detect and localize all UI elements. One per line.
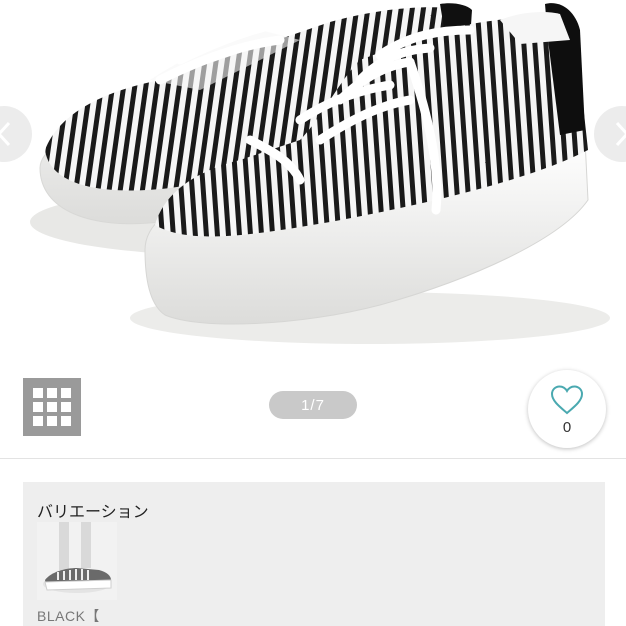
chevron-left-icon: [0, 121, 11, 147]
chevron-right-icon: [615, 121, 626, 147]
variation-label: BLACK【: [37, 608, 100, 624]
image-counter: 1/7: [269, 391, 357, 419]
variation-thumbnail-image: [37, 522, 117, 600]
product-gallery[interactable]: 1/7 0: [0, 0, 626, 460]
thumbnail-grid-button[interactable]: [23, 378, 81, 436]
product-photo[interactable]: [0, 0, 626, 360]
like-button[interactable]: 0: [528, 370, 606, 448]
like-count: 0: [562, 418, 572, 436]
heart-icon: [550, 384, 584, 414]
variation-panel: バリエーション BLACK【: [23, 482, 605, 626]
variation-thumbnail[interactable]: [37, 522, 117, 600]
variation-title: バリエーション: [37, 502, 149, 521]
section-divider: [0, 458, 626, 459]
grid-icon: [33, 388, 71, 426]
